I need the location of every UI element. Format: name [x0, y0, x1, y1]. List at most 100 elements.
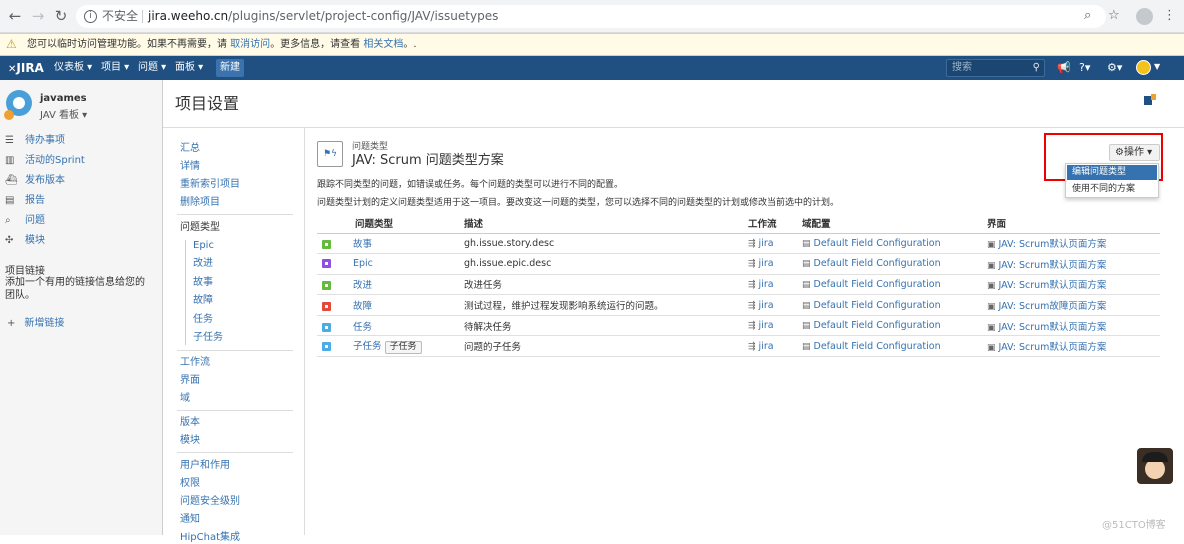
jira-logo[interactable]: ✕JIRA	[8, 61, 44, 77]
info-icon[interactable]: i	[84, 10, 97, 23]
reload-icon[interactable]: ↻	[52, 7, 70, 25]
field-config-icon: ▤	[802, 238, 811, 249]
add-link-button[interactable]: + 新增链接	[7, 314, 64, 329]
address-bar[interactable]: i 不安全 jira.weeho.cn/plugins/servlet/proj…	[76, 5, 1106, 28]
menu-projects[interactable]: 项目 ▾	[101, 62, 129, 74]
screen-icon: ▣	[987, 260, 996, 271]
menu-dashboards[interactable]: 仪表板 ▾	[54, 62, 92, 74]
col-header-workflow: 工作流	[748, 213, 802, 234]
sidebar-item-reports[interactable]: ▤ 报告	[5, 195, 45, 207]
search-input[interactable]: 搜索 ⚲	[946, 59, 1045, 77]
scheme-description-2: 问题类型计划的定义问题类型适用于这一项目。要改变这一问题的类型，您可以选择不同的…	[317, 198, 840, 208]
sidebar-item-active-sprint[interactable]: ▥ 活动的Sprint	[5, 155, 85, 167]
issue-type-link[interactable]: Epic	[353, 258, 373, 269]
zoom-icon[interactable]: ⌕	[1084, 8, 1091, 24]
sidebar-item-issues[interactable]: ⌕ 问题	[5, 215, 45, 227]
issue-type-link[interactable]: 任务	[353, 322, 372, 333]
feedback-megaphone-icon[interactable]: 📢	[1057, 61, 1071, 74]
project-board-selector[interactable]: JAV 看板 ▾	[40, 106, 87, 121]
settings-nav-hipchat[interactable]: HipChat集成	[180, 532, 240, 544]
drop-access-link[interactable]: 取消访问	[230, 39, 270, 50]
chat-avatar[interactable]	[1137, 448, 1173, 484]
menu-dots-icon[interactable]: ⋮	[1163, 8, 1176, 24]
issue-type-link[interactable]: 故障	[353, 301, 372, 312]
settings-nav-bug[interactable]: 故障	[193, 295, 213, 307]
settings-nav-delete[interactable]: 删除项目	[180, 197, 220, 209]
cell-screen[interactable]: ▣ JAV: Scrum默认页面方案	[987, 335, 1160, 358]
settings-nav-summary[interactable]: 汇总	[180, 143, 200, 155]
cell-workflow[interactable]: ⇶ jira	[748, 315, 802, 337]
cell-field-config[interactable]: ▤ Default Field Configuration	[802, 335, 987, 358]
settings-nav-permissions[interactable]: 权限	[180, 478, 200, 490]
user-avatar[interactable]	[1136, 60, 1151, 75]
warning-icon: ⚠	[6, 37, 17, 51]
settings-nav-versions[interactable]: 版本	[180, 417, 200, 429]
sidebar-item-releases[interactable]: ⛴ 发布版本	[5, 175, 65, 187]
cell-screen[interactable]: ▣ JAV: Scrum默认页面方案	[987, 315, 1160, 337]
security-label[interactable]: 不安全	[102, 5, 138, 28]
cell-screen[interactable]: ▣ JAV: Scrum故障页面方案	[987, 294, 1160, 316]
help-icon[interactable]: ?▾	[1079, 61, 1090, 74]
cell-issue-type: Epic	[317, 253, 464, 275]
settings-nav-issue-security[interactable]: 问题安全级别	[180, 496, 240, 508]
scheme-description-1: 跟踪不同类型的问题，如错误或任务。每个问题的类型可以进行不同的配置。	[317, 180, 624, 190]
table-row: 子任务 子任务 问题的子任务 ⇶ jira ▤ Default Field Confi…	[317, 335, 1160, 358]
profile-avatar[interactable]	[1136, 8, 1153, 25]
cell-workflow[interactable]: ⇶ jira	[748, 233, 802, 255]
cell-field-config[interactable]: ▤ Default Field Configuration	[802, 233, 987, 255]
cell-description: 改进任务	[464, 274, 748, 296]
settings-nav-reindex[interactable]: 重新索引项目	[180, 179, 240, 191]
create-button[interactable]: 新建	[216, 59, 244, 77]
settings-nav-story[interactable]: 故事	[193, 277, 213, 289]
cell-workflow[interactable]: ⇶ jira	[748, 335, 802, 358]
cell-screen[interactable]: ▣ JAV: Scrum默认页面方案	[987, 233, 1160, 255]
settings-nav-users-roles[interactable]: 用户和作用	[180, 460, 230, 472]
back-icon[interactable]: ←	[6, 7, 24, 25]
cell-field-config[interactable]: ▤ Default Field Configuration	[802, 253, 987, 275]
actions-button[interactable]: ⚙操作 ▾	[1109, 144, 1160, 161]
table-row: 故事 gh.issue.story.desc ⇶ jira ▤ Default Fi…	[317, 233, 1160, 255]
issue-type-link[interactable]: 故事	[353, 239, 372, 250]
sidebar-item-components[interactable]: ✣ 模块	[5, 235, 45, 247]
chevron-down-icon[interactable]: ▼	[1154, 62, 1160, 71]
menu-item-use-different-scheme[interactable]: 使用不同的方案	[1067, 182, 1157, 197]
forward-icon[interactable]: →	[29, 7, 47, 25]
cell-field-config[interactable]: ▤ Default Field Configuration	[802, 315, 987, 337]
cell-workflow[interactable]: ⇶ jira	[748, 253, 802, 275]
cell-field-config[interactable]: ▤ Default Field Configuration	[802, 294, 987, 316]
issue-type-link[interactable]: 改进	[353, 280, 372, 291]
settings-nav-notifications[interactable]: 通知	[180, 514, 200, 526]
settings-nav-details[interactable]: 详情	[180, 161, 200, 173]
settings-nav-subtask[interactable]: 子任务	[193, 332, 223, 344]
project-name[interactable]: javames	[40, 93, 87, 104]
menu-item-edit-issue-types[interactable]: 编辑问题类型	[1067, 165, 1157, 180]
table-header-row: 问题类型 描述 工作流 域配置 界面	[317, 213, 1160, 234]
settings-nav-issue-types[interactable]: 问题类型	[180, 222, 220, 234]
nav-divider	[177, 214, 293, 215]
settings-nav-epic[interactable]: Epic	[193, 240, 214, 252]
feedback-icon[interactable]	[1143, 93, 1157, 107]
cell-field-config[interactable]: ▤ Default Field Configuration	[802, 274, 987, 296]
settings-nav-screens[interactable]: 界面	[180, 375, 200, 387]
actions-dropdown: 编辑问题类型 使用不同的方案	[1065, 163, 1159, 198]
menu-boards[interactable]: 面板 ▾	[175, 62, 203, 74]
settings-nav-workflows[interactable]: 工作流	[180, 357, 210, 369]
issue-type-link[interactable]: 子任务	[353, 341, 382, 352]
docs-link[interactable]: 相关文档	[363, 39, 403, 50]
browser-toolbar: ← → ↻ i 不安全 jira.weeho.cn/plugins/servle…	[0, 0, 1184, 33]
cell-screen[interactable]: ▣ JAV: Scrum默认页面方案	[987, 274, 1160, 296]
cell-workflow[interactable]: ⇶ jira	[748, 274, 802, 296]
settings-nav-task[interactable]: 任务	[193, 314, 213, 326]
cell-workflow[interactable]: ⇶ jira	[748, 294, 802, 316]
settings-nav-fields[interactable]: 域	[180, 393, 190, 405]
cell-screen[interactable]: ▣ JAV: Scrum默认页面方案	[987, 253, 1160, 275]
admin-warning-banner: ⚠ 您可以临时访问管理功能。如果不再需要，请 取消访问。更多信息，请查看 相关文…	[0, 33, 1184, 56]
sidebar-item-backlog[interactable]: ☰ 待办事项	[5, 135, 65, 147]
bookmark-star-icon[interactable]: ☆	[1108, 8, 1120, 24]
gear-icon[interactable]: ⚙▾	[1107, 61, 1122, 74]
url-text[interactable]: jira.weeho.cn/plugins/servlet/project-co…	[148, 5, 498, 28]
settings-nav-components[interactable]: 模块	[180, 435, 200, 447]
settings-nav-improvement[interactable]: 改进	[193, 258, 213, 270]
table-row: Epic gh.issue.epic.desc ⇶ jira ▤ Default F…	[317, 253, 1160, 275]
menu-issues[interactable]: 问题 ▾	[138, 62, 166, 74]
